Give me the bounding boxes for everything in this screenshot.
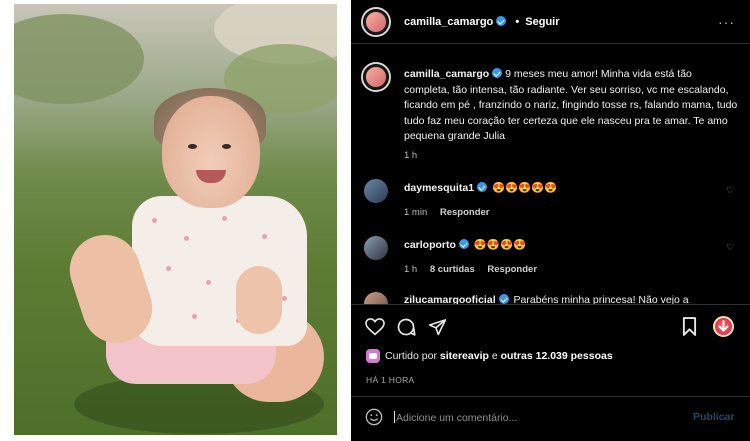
follow-button[interactable]: Seguir [525, 16, 559, 28]
author-header: camilla_camargo • Seguir [404, 16, 560, 28]
comment-meta: 1 h 8 curtidas Responder [404, 264, 537, 275]
baby-shirt [132, 196, 307, 346]
download-extension-icon[interactable] [713, 316, 734, 337]
caption-username[interactable]: camilla_camargo [404, 68, 489, 80]
comment-time[interactable]: 1 min [404, 207, 427, 218]
comment-body: Parabéns minha princesa! Não vejo a [513, 294, 689, 304]
shirt-flower [262, 234, 267, 239]
baby-face [162, 96, 260, 208]
bookmark-icon[interactable] [682, 317, 697, 336]
baby-smile [196, 170, 226, 183]
reply-button[interactable]: Responder [440, 207, 490, 218]
caption-text: camilla_camargo 9 meses meu amor! Minha … [404, 67, 740, 145]
comment-item: zilucamargooficial Parabéns minha prince… [404, 294, 689, 304]
comment-clip: zilucamargooficial Parabéns minha prince… [351, 288, 750, 304]
likes-prefix: Curtido por [385, 350, 437, 362]
baby-eye-right [222, 144, 231, 149]
arrow-down-icon [718, 320, 729, 332]
author-avatar[interactable] [364, 10, 388, 34]
baby-eye-left [188, 144, 197, 149]
post-detail-panel: camilla_camargo • Seguir ··· camilla_cam… [351, 0, 750, 441]
liker-avatar[interactable] [366, 349, 380, 363]
shirt-flower [184, 236, 189, 241]
likes-others[interactable]: outras 12.039 pessoas [501, 350, 613, 362]
verified-icon [492, 68, 503, 78]
comment-box-divider [351, 396, 750, 397]
verified-icon [498, 294, 509, 304]
more-options-icon[interactable]: ··· [718, 14, 735, 30]
text-caret [394, 411, 395, 423]
comment-item: carloporto 😍😍😍😍 [404, 238, 526, 251]
shirt-flower [166, 266, 171, 271]
comment-placeholder: Adicione um comentário... [396, 412, 518, 424]
comment-input[interactable]: Adicione um comentário... [394, 411, 517, 424]
post-photo[interactable] [14, 4, 337, 435]
comment-avatar[interactable] [364, 292, 388, 304]
comment-likes[interactable]: 8 curtidas [430, 264, 475, 275]
screenshot-root: camilla_camargo • Seguir ··· camilla_cam… [0, 0, 750, 441]
emoji-icon[interactable] [365, 408, 383, 426]
reply-button[interactable]: Responder [487, 264, 537, 275]
caption-time[interactable]: 1 h [404, 150, 417, 161]
post-timestamp[interactable]: HÁ 1 HORA [366, 375, 415, 385]
shirt-flower [192, 314, 197, 319]
likes-conjunction: e [491, 350, 498, 362]
heart-icon[interactable] [365, 318, 385, 336]
share-icon[interactable] [428, 318, 447, 336]
comment-like-icon[interactable]: ♡ [726, 243, 735, 252]
caption-avatar[interactable] [364, 65, 388, 89]
comment-body: 😍😍😍😍 [473, 239, 527, 251]
shirt-flower [282, 296, 287, 301]
comment-username[interactable]: carloporto [404, 239, 456, 251]
background-bush [14, 14, 144, 104]
comment-icon[interactable] [396, 317, 416, 337]
comment-like-icon[interactable]: ♡ [726, 186, 735, 195]
header-divider [351, 43, 750, 44]
comment-username[interactable]: zilucamargooficial [404, 294, 496, 304]
likes-user[interactable]: sitereavip [440, 350, 489, 362]
verified-icon [477, 182, 488, 192]
comment-item: daymesquita1 😍😍😍😍😍 [404, 181, 557, 194]
comment-meta: 1 min Responder [404, 207, 490, 218]
header-separator: • [515, 16, 520, 28]
comment-username[interactable]: daymesquita1 [404, 182, 474, 194]
shirt-flower [152, 218, 157, 223]
comment-avatar[interactable] [364, 179, 388, 203]
baby-arm [236, 266, 282, 334]
verified-icon [496, 16, 507, 26]
comment-time[interactable]: 1 h [404, 264, 417, 275]
shirt-flower [222, 216, 227, 221]
shirt-flower [206, 280, 211, 285]
publish-button[interactable]: Publicar [693, 411, 734, 423]
likes-summary: Curtido por sitereavip e outras 12.039 p… [385, 350, 613, 362]
liker-avatar-mark [369, 353, 377, 359]
verified-icon [458, 239, 469, 249]
comment-avatar[interactable] [364, 236, 388, 260]
actions-divider [351, 304, 750, 305]
comment-body: 😍😍😍😍😍 [491, 182, 558, 194]
author-username[interactable]: camilla_camargo [404, 16, 493, 28]
